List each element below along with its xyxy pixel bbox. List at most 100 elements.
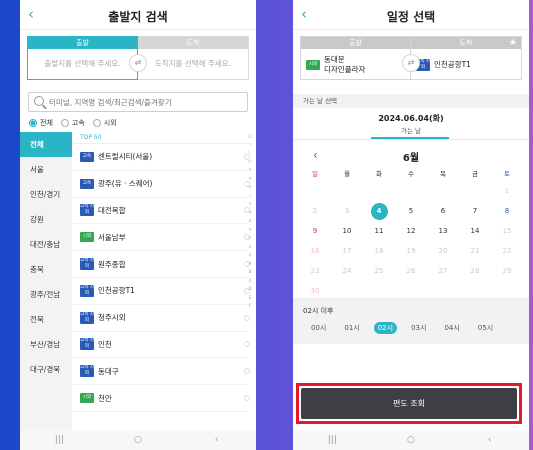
index-char[interactable]: ㅅ	[247, 192, 253, 201]
arrival-field[interactable]: 도착 ★ 고속 시외 인천공항T1	[411, 36, 522, 80]
time-option[interactable]: 00시	[307, 322, 330, 334]
calendar-day[interactable]: 8	[491, 201, 523, 221]
index-char[interactable]: ㅋ	[247, 226, 253, 235]
alphabet-index[interactable]: □ ㄱㄴㄷㄹㅁㅂㅅㅇㅈㅊㅋㅌㅍㅎ A B C D E F	[247, 132, 253, 311]
index-char[interactable]: C	[247, 277, 253, 286]
calendar-day: 1	[504, 187, 510, 195]
terminal-row[interactable]: 고속 시외 청주시외	[72, 305, 250, 332]
calendar-day[interactable]: 10	[331, 221, 363, 241]
departure-field[interactable]: 출발 시외 동대문 디자인플라자	[300, 36, 411, 80]
back-icon[interactable]: ‹	[202, 435, 232, 445]
calendar-day: 24	[342, 267, 352, 275]
terminal-row[interactable]: 고속 시외 대전복합	[72, 198, 250, 225]
departure-placeholder: 출발지를 선택해 주세요.	[44, 59, 121, 68]
region-item[interactable]: 충북	[20, 257, 72, 282]
terminal-row[interactable]: 고속 시외 동대구	[72, 358, 250, 386]
index-char[interactable]: ㅂ	[247, 183, 253, 192]
index-char[interactable]: F	[247, 302, 253, 311]
index-char[interactable]: ㅍ	[247, 243, 253, 252]
time-option[interactable]: 04시	[440, 322, 463, 334]
region-item[interactable]: 인천/경기	[20, 182, 72, 207]
arrival-field[interactable]: 도착 도착지를 선택해 주세요.	[138, 36, 249, 80]
calendar-day: 25	[374, 267, 384, 275]
index-char[interactable]: ㅌ	[247, 234, 253, 243]
terminal-row[interactable]: 시외 서울남부	[72, 224, 250, 252]
express-badge: 고속	[80, 178, 94, 189]
time-option[interactable]: 01시	[340, 322, 363, 334]
index-char[interactable]: ㅈ	[247, 209, 253, 218]
calendar-day[interactable]: 13	[427, 221, 459, 241]
index-char[interactable]: A	[247, 260, 253, 269]
filter-intercity-radio[interactable]: 시외	[92, 118, 117, 128]
departure-field[interactable]: 출발 출발지를 선택해 주세요.	[27, 36, 138, 80]
index-char[interactable]: ㄱ	[247, 141, 253, 150]
terminal-name: 인천	[98, 339, 112, 349]
region-item[interactable]: 전체	[20, 132, 72, 157]
swap-icon[interactable]: ⇄	[402, 54, 420, 72]
selected-day-circle[interactable]: 4	[370, 203, 388, 220]
favorite-radio[interactable]	[244, 341, 250, 348]
terminal-row[interactable]: 고속 광주(유 · 스퀘어)	[72, 171, 250, 198]
region-item[interactable]: 광주/전남	[20, 282, 72, 307]
time-option[interactable]: 05시	[474, 322, 497, 334]
calendar-day[interactable]: 9	[299, 221, 331, 241]
home-icon[interactable]: ○	[396, 435, 426, 445]
calendar-day[interactable]: 11	[363, 221, 395, 241]
terminal-row[interactable]: 고속 시외 원주종합	[72, 251, 250, 278]
time-option[interactable]: 03시	[407, 322, 430, 334]
index-char[interactable]: ㅁ	[247, 175, 253, 184]
terminal-row[interactable]: 고속 센트럴시티(서울)	[72, 144, 250, 171]
calendar-day: 20	[438, 247, 448, 255]
index-char[interactable]: D	[247, 285, 253, 294]
index-char[interactable]: ㄷ	[247, 158, 253, 167]
filter-express-radio[interactable]: 고속	[60, 118, 85, 128]
index-char[interactable]: B	[247, 268, 253, 277]
both-badge: 고속 시외	[80, 204, 94, 217]
weekday-label: 화	[376, 170, 382, 178]
terminal-row[interactable]: 시외 천안	[72, 385, 250, 412]
swap-icon[interactable]: ⇄	[129, 54, 147, 72]
index-char[interactable]: ㅇ	[247, 200, 253, 209]
home-icon[interactable]: ○	[123, 435, 153, 445]
type-filter: 전체 고속 시외	[29, 118, 117, 128]
time-option[interactable]: 02시	[373, 322, 398, 334]
recents-icon[interactable]: |||	[317, 435, 347, 445]
region-item[interactable]: 대전/충남	[20, 232, 72, 257]
back-icon[interactable]: ‹	[475, 435, 505, 445]
search-box[interactable]	[28, 92, 248, 112]
section-label: 가는 날 선택	[293, 94, 529, 108]
favorite-radio[interactable]	[244, 395, 250, 402]
index-char[interactable]: ㅎ	[247, 251, 253, 260]
favorite-radio[interactable]	[244, 314, 250, 321]
calendar-day[interactable]: 6	[427, 201, 459, 221]
both-badge: 고속 시외	[80, 365, 94, 378]
region-item[interactable]: 대구/경북	[20, 357, 72, 382]
calendar-day[interactable]: 7	[459, 201, 491, 221]
time-label: 02시 이후	[303, 307, 334, 315]
region-item[interactable]: 서울	[20, 157, 72, 182]
search-input[interactable]	[49, 95, 239, 109]
index-char[interactable]: ㄴ	[247, 149, 253, 158]
intercity-badge: 시외	[306, 60, 320, 70]
calendar-day[interactable]: 12	[395, 221, 427, 241]
calendar-day[interactable]: 5	[395, 201, 427, 221]
index-char[interactable]: ㄹ	[247, 166, 253, 175]
calendar-day[interactable]: 14	[459, 221, 491, 241]
star-icon[interactable]: ★	[509, 38, 517, 48]
region-item[interactable]: 강원	[20, 207, 72, 232]
index-char[interactable]: ㅊ	[247, 217, 253, 226]
region-item[interactable]: 전북	[20, 307, 72, 332]
one-way-search-button[interactable]: 편도 조회	[301, 388, 517, 419]
terminal-name: 천안	[98, 393, 112, 403]
recents-icon[interactable]: |||	[44, 435, 74, 445]
index-char[interactable]: E	[247, 294, 253, 303]
filter-all-radio[interactable]: 전체	[29, 118, 53, 128]
region-item[interactable]: 부산/경남	[20, 332, 72, 357]
calendar-day: 26	[406, 267, 416, 275]
favorite-radio[interactable]	[244, 368, 250, 375]
calendar-day[interactable]: 4	[363, 201, 395, 221]
index-char[interactable]: □	[247, 132, 253, 141]
terminal-name: 청주시외	[98, 313, 126, 323]
terminal-row[interactable]: 고속 시외 인천공항T1	[72, 278, 250, 305]
terminal-row[interactable]: 고속 시외 인천	[72, 332, 250, 359]
